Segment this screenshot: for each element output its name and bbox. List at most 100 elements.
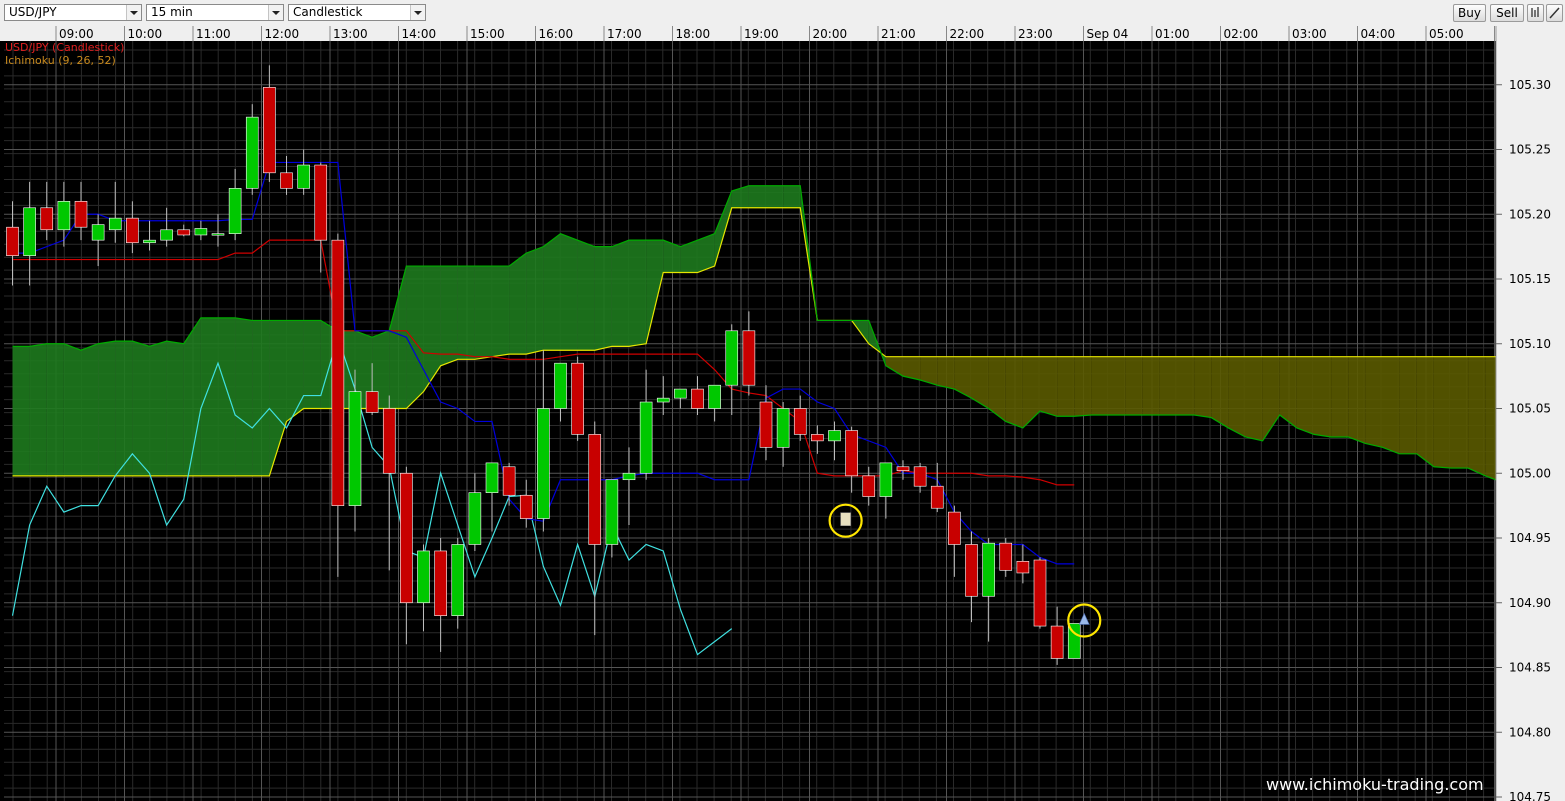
cloud-segment [937,356,955,390]
candle-body-bear [793,408,807,435]
candle [126,201,139,254]
chart-type-select[interactable]: Candlestick [288,4,426,21]
candle-body-bull [622,472,636,481]
price-tick-label: 104.80 [1509,725,1551,739]
cloud-segment [646,240,664,344]
legend: USD/JPY (Candlestick) Ichimoku (9, 26, 5… [5,41,124,67]
candle [502,462,516,506]
price-tick-label: 105.10 [1509,337,1551,351]
cloud-segment [577,240,595,351]
candle [297,149,310,195]
candle [879,462,893,519]
timeframe-select[interactable]: 15 min [146,4,284,21]
cloud-segment [611,240,629,347]
time-tick-label: 11:00 [196,27,231,41]
cloud-segment [560,233,578,351]
cloud-segment [1433,356,1451,469]
candle-body-bull [160,229,173,241]
cloud-segment [663,240,681,273]
cloud-segment [954,356,972,399]
price-tick-label: 104.90 [1509,596,1551,610]
candle-body-bear [502,466,516,496]
sell-button[interactable]: Sell [1490,4,1524,22]
price-tick-label: 104.95 [1509,531,1551,545]
candle-body-bear [742,330,756,386]
candle [382,395,396,571]
candle [656,376,670,415]
cloud-segment [492,266,510,357]
time-tick-label: 13:00 [333,27,368,41]
buy-button[interactable]: Buy [1453,4,1486,22]
candle-body-bear [1016,561,1030,574]
time-tick-label: 23:00 [1018,27,1053,41]
candle-body-bull [605,479,619,545]
cloud-segment [252,320,270,476]
price-tick-label: 104.85 [1509,661,1551,675]
candle [417,544,430,632]
candle [280,155,293,195]
cloud-segment [457,266,475,360]
cloud-segment [235,317,253,476]
candle-body-bear [177,229,191,236]
candle-body-bear [40,207,54,231]
candle-body-bull [108,217,122,231]
time-tick-label: 16:00 [539,27,574,41]
cloud-segment [389,266,407,409]
candle [108,181,122,243]
chevron-down-icon[interactable] [126,5,141,20]
candle [1050,606,1064,665]
candle-body-bear [811,434,824,442]
cloud-segment [1005,356,1023,428]
candle [965,531,978,623]
cloud-segment [149,341,167,476]
candle [177,224,191,237]
candle-body-bear [845,430,858,477]
candle-body-bull [91,224,105,241]
cloud-segment [1057,356,1075,417]
candle [913,462,927,493]
candle [793,395,807,441]
cloud-segment [885,356,903,377]
candle [263,65,276,182]
time-tick-label: 01:00 [1155,27,1190,41]
candle [211,214,225,247]
cloud-segment [748,185,766,208]
indicator-button[interactable] [1527,4,1544,22]
candle-body-bull [828,430,841,442]
draw-line-button[interactable] [1546,4,1563,22]
candle-body-bear [331,239,345,506]
cloud-segment [46,343,64,476]
candle-body-bear [263,87,276,174]
time-tick-label: 22:00 [950,27,985,41]
symbol-select[interactable]: USD/JPY [4,4,142,21]
candle [143,220,156,251]
cloud-segment [269,320,287,476]
candle-body-bull [656,397,670,403]
candle-body-bear [365,391,379,413]
cloud-segment [731,185,749,208]
candle [400,466,413,645]
candle-body-bear [999,542,1013,571]
cloud-segment [1142,356,1160,415]
cloud-segment [594,246,612,351]
cloud-segment [1468,356,1486,476]
candle [605,479,619,558]
candle-body-bear [434,550,447,617]
candle [194,220,208,241]
candle-body-bull [297,164,310,189]
cloud-segment [218,317,236,476]
candle [1016,544,1030,584]
candle [674,388,687,409]
candle [622,447,636,526]
price-tick-label: 105.00 [1509,466,1551,480]
chevron-down-icon[interactable] [410,5,425,20]
sell-signal [828,503,863,538]
price-tick-label: 105.15 [1509,272,1551,286]
time-tick-label: 19:00 [744,27,779,41]
chevron-down-icon[interactable] [268,5,283,20]
cloud-segment [629,240,647,347]
candle-body-bear [6,226,19,256]
cloud-segment [132,341,150,476]
candle-body-bull [776,408,790,448]
price-chart[interactable]: 09:00 10:00 11:00 12:00 13:00 14:00 15:00 16:00… [0,26,1565,801]
